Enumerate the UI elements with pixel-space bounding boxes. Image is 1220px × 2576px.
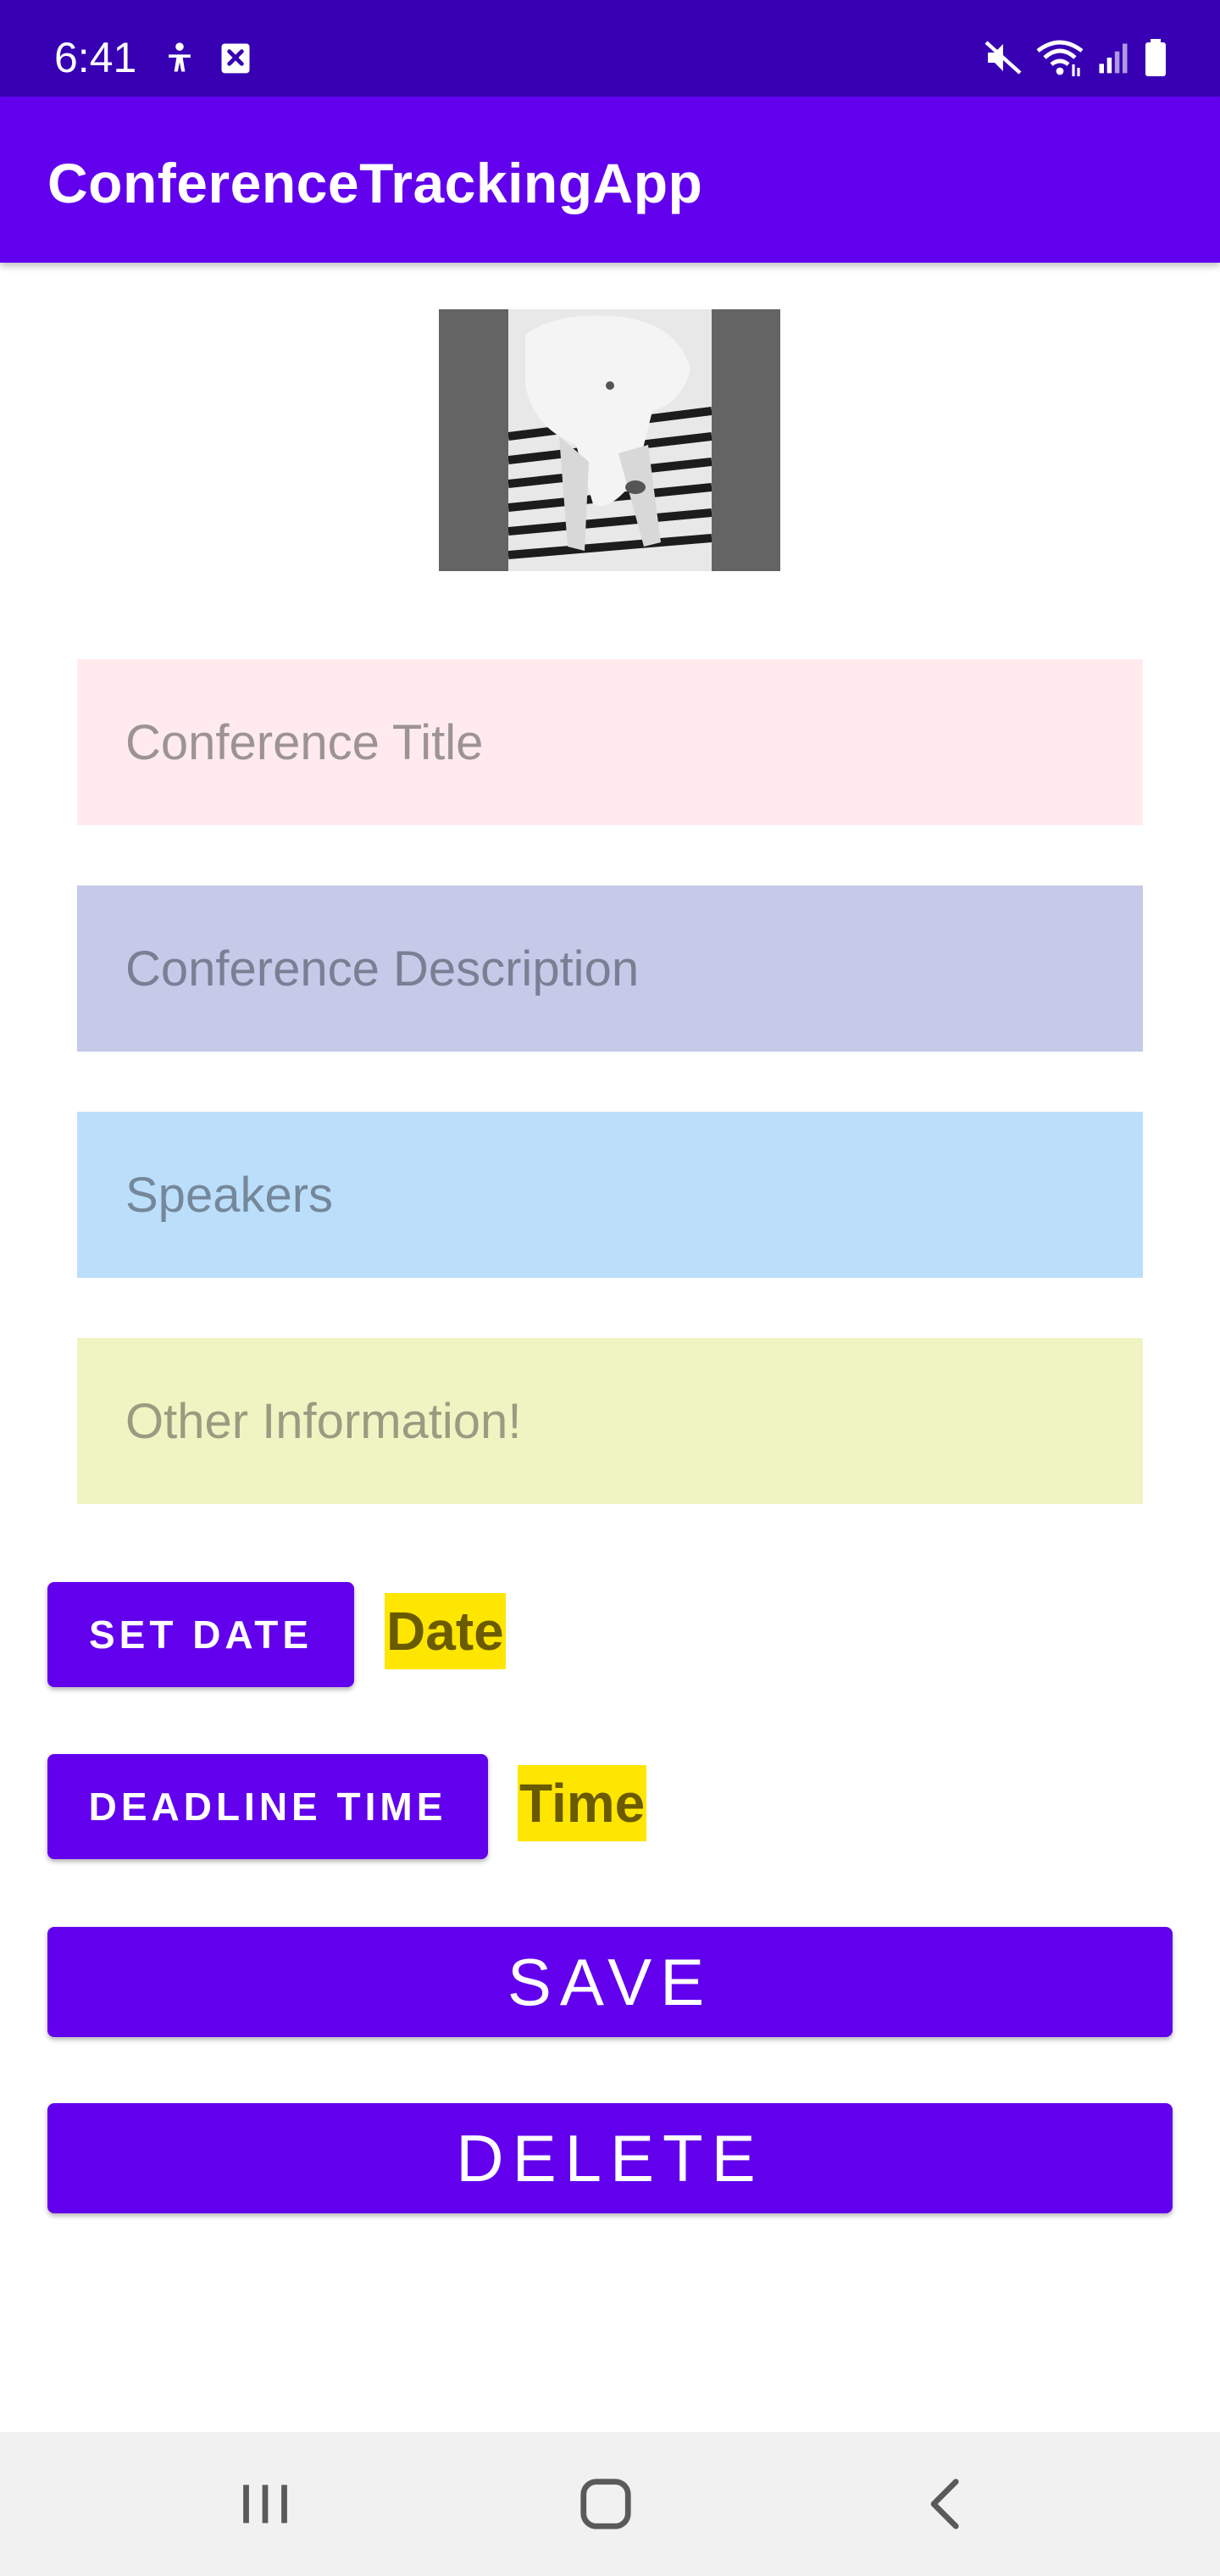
signal-icon: [1095, 37, 1132, 78]
conference-image[interactable]: [439, 309, 780, 571]
navigation-bar: [0, 2432, 1220, 2576]
speakers-field[interactable]: Speakers: [77, 1112, 1143, 1278]
save-button[interactable]: SAVE: [47, 1927, 1173, 2037]
back-icon[interactable]: [908, 2466, 984, 2542]
status-time: 6:41: [54, 34, 137, 81]
set-date-button[interactable]: SET DATE: [47, 1582, 354, 1687]
conference-title-field[interactable]: Conference Title: [77, 659, 1143, 825]
conference-title-placeholder: Conference Title: [125, 715, 484, 770]
close-box-icon: [217, 37, 254, 78]
time-value: Time: [518, 1765, 647, 1841]
speakers-placeholder: Speakers: [125, 1168, 334, 1223]
battery-icon: [1140, 37, 1171, 78]
home-icon[interactable]: [568, 2466, 644, 2542]
delete-button[interactable]: DELETE: [47, 2103, 1173, 2213]
mute-icon: [983, 37, 1023, 78]
accessibility-icon: [161, 37, 198, 78]
wifi-icon: [1034, 37, 1086, 78]
app-bar: ConferenceTrackingApp: [0, 97, 1220, 263]
recents-icon[interactable]: [227, 2466, 303, 2542]
app-title: ConferenceTrackingApp: [47, 152, 703, 214]
dog-photo-icon: [508, 309, 712, 571]
date-value: Date: [385, 1593, 506, 1669]
conference-description-field[interactable]: Conference Description: [77, 886, 1143, 1052]
status-bar: 6:41: [0, 0, 1220, 97]
other-information-placeholder: Other Information!: [125, 1394, 522, 1449]
conference-description-placeholder: Conference Description: [125, 941, 640, 997]
other-information-field[interactable]: Other Information!: [77, 1338, 1143, 1504]
deadline-time-button[interactable]: DEADLINE TIME: [47, 1754, 488, 1859]
